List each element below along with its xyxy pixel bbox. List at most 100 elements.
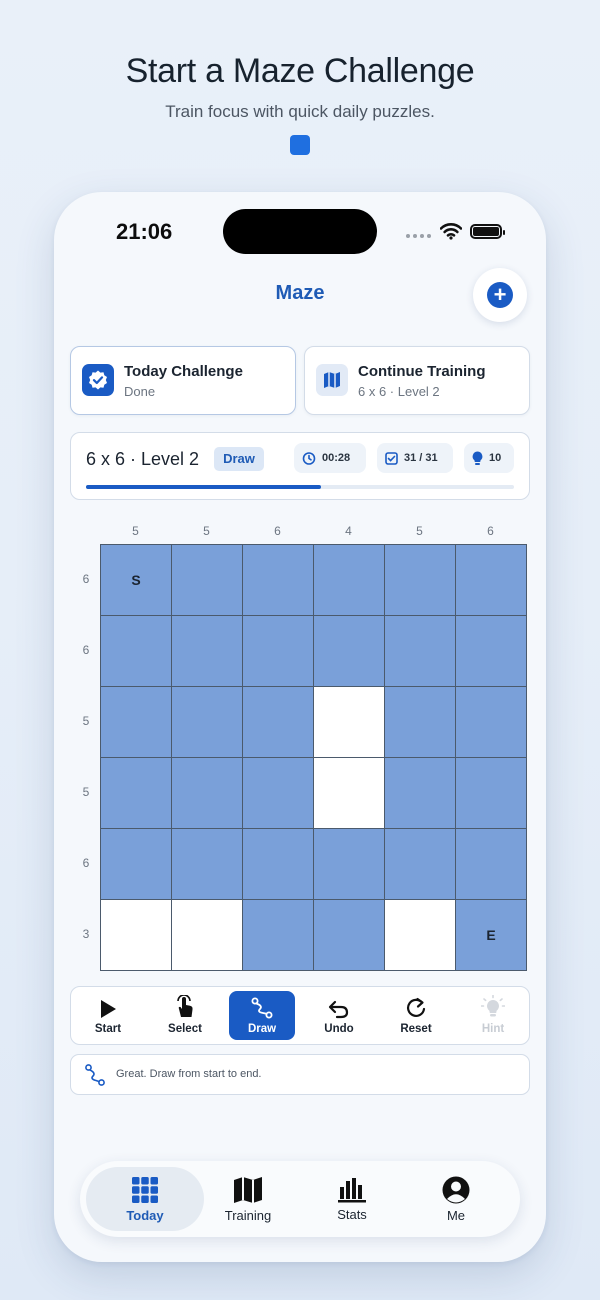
level-progress-bar bbox=[86, 485, 514, 489]
tab-me[interactable]: Me bbox=[404, 1167, 508, 1231]
tap-hand-icon bbox=[177, 995, 193, 1017]
tab-stats-label: Stats bbox=[337, 1206, 367, 1222]
level-name: 6 x 6 · Level 2 bbox=[86, 449, 200, 469]
maze-cell[interactable] bbox=[243, 829, 313, 899]
maze-cell[interactable] bbox=[385, 900, 455, 970]
maze-end-cell[interactable]: E bbox=[456, 900, 526, 970]
select-tool-label: Select bbox=[168, 1023, 202, 1035]
signal-icon bbox=[406, 234, 431, 238]
maze-cell[interactable] bbox=[172, 758, 242, 828]
maze-cell[interactable] bbox=[243, 758, 313, 828]
row-clue: 3 bbox=[82, 927, 90, 941]
maze-cell[interactable] bbox=[385, 616, 455, 686]
maze-cell[interactable] bbox=[172, 687, 242, 757]
row-clue: 6 bbox=[82, 643, 90, 657]
select-tool-button[interactable]: Select bbox=[152, 991, 218, 1040]
row-clue: 6 bbox=[82, 572, 90, 586]
wifi-icon bbox=[440, 223, 462, 240]
start-tool-label: Start bbox=[94, 1023, 122, 1035]
maze-cell[interactable] bbox=[456, 687, 526, 757]
maze-cell[interactable] bbox=[456, 829, 526, 899]
status-time: 21:06 bbox=[116, 219, 173, 244]
battery-icon bbox=[470, 224, 505, 239]
row-clue: 5 bbox=[82, 785, 90, 799]
hints-pill: 10 bbox=[464, 443, 514, 473]
verified-badge-icon bbox=[82, 364, 114, 396]
maze-cell[interactable] bbox=[385, 829, 455, 899]
hero-indicator bbox=[290, 135, 310, 155]
maze-cell[interactable] bbox=[243, 545, 313, 615]
maze-cell[interactable] bbox=[314, 545, 384, 615]
column-clue: 5 bbox=[132, 524, 139, 538]
maze-cell[interactable] bbox=[314, 900, 384, 970]
hero-title: Start a Maze Challenge bbox=[125, 52, 475, 90]
lightbulb-icon bbox=[481, 995, 505, 1017]
maze-cell[interactable] bbox=[101, 758, 171, 828]
timer-icon bbox=[302, 452, 316, 465]
maze-cell[interactable] bbox=[385, 687, 455, 757]
start-tool-button[interactable]: Start bbox=[75, 991, 141, 1040]
today-challenge-card[interactable]: Today Challenge Done bbox=[70, 346, 296, 415]
row-clue: 5 bbox=[82, 714, 90, 728]
tab-today[interactable]: Today bbox=[86, 1167, 204, 1231]
maze-cell[interactable] bbox=[101, 687, 171, 757]
maze-cell[interactable] bbox=[385, 545, 455, 615]
maze-start-cell[interactable]: S bbox=[101, 545, 171, 615]
maze-cell[interactable] bbox=[314, 616, 384, 686]
tab-stats[interactable]: Stats bbox=[300, 1167, 404, 1231]
add-button[interactable]: + bbox=[473, 268, 527, 322]
tab-me-label: Me bbox=[446, 1207, 466, 1223]
maze-cell[interactable] bbox=[456, 758, 526, 828]
tab-training-label: Training bbox=[224, 1207, 272, 1223]
moves-pill: 31 / 31 bbox=[377, 443, 453, 473]
column-clue: 6 bbox=[274, 524, 281, 538]
draw-tool-button[interactable]: Draw bbox=[229, 991, 295, 1040]
tab-today-label: Today bbox=[126, 1207, 164, 1223]
maze-cell[interactable] bbox=[314, 687, 384, 757]
maze-cell[interactable] bbox=[385, 758, 455, 828]
maze-cell[interactable] bbox=[243, 687, 313, 757]
undo-label: Undo bbox=[324, 1023, 354, 1035]
column-clue: 4 bbox=[345, 524, 352, 538]
map-icon bbox=[234, 1176, 262, 1203]
column-clue: 6 bbox=[487, 524, 494, 538]
continue-training-card[interactable]: Continue Training 6 x 6 · Level 2 bbox=[304, 346, 530, 415]
moves-value: 31 / 31 bbox=[404, 452, 438, 464]
lightbulb-icon bbox=[472, 451, 483, 465]
continue-training-subtitle: 6 x 6 · Level 2 bbox=[358, 384, 440, 399]
maze-cell[interactable] bbox=[172, 829, 242, 899]
maze-cell[interactable] bbox=[172, 616, 242, 686]
draw-tool-label: Draw bbox=[247, 1023, 277, 1035]
today-challenge-status: Done bbox=[124, 384, 156, 399]
maze-cell[interactable] bbox=[243, 616, 313, 686]
tool-bar: Start Select Draw Undo Reset Hint bbox=[70, 986, 530, 1045]
reset-button[interactable]: Reset bbox=[383, 991, 449, 1040]
timer-value: 00:28 bbox=[322, 452, 351, 464]
maze-cell[interactable] bbox=[101, 829, 171, 899]
hint-button[interactable]: Hint bbox=[460, 991, 526, 1040]
continue-training-title: Continue Training bbox=[358, 363, 486, 380]
maze-cell[interactable] bbox=[101, 616, 171, 686]
plus-circle-icon: + bbox=[487, 282, 513, 308]
maze-cell[interactable] bbox=[243, 900, 313, 970]
grid-icon bbox=[132, 1176, 158, 1203]
undo-button[interactable]: Undo bbox=[306, 991, 372, 1040]
path-icon bbox=[251, 997, 273, 1019]
maze-cell[interactable] bbox=[456, 545, 526, 615]
phone-frame: 21:06 Maze + Today Challenge Done Contin… bbox=[54, 192, 546, 1262]
maze-cell[interactable] bbox=[314, 829, 384, 899]
maze-cell[interactable] bbox=[172, 545, 242, 615]
maze-cell[interactable] bbox=[456, 616, 526, 686]
column-clue: 5 bbox=[203, 524, 210, 538]
level-progress-fill bbox=[86, 485, 322, 489]
hint-message: Great. Draw from start to end. bbox=[116, 1068, 262, 1080]
dynamic-island bbox=[223, 209, 377, 254]
maze-grid[interactable]: SE bbox=[100, 544, 527, 971]
maze-cell[interactable] bbox=[101, 900, 171, 970]
hint-label: Hint bbox=[481, 1023, 505, 1035]
tab-training[interactable]: Training bbox=[196, 1167, 300, 1231]
maze-cell[interactable] bbox=[172, 900, 242, 970]
maze-cell[interactable] bbox=[314, 758, 384, 828]
path-icon bbox=[85, 1064, 105, 1086]
undo-icon bbox=[328, 1000, 349, 1019]
